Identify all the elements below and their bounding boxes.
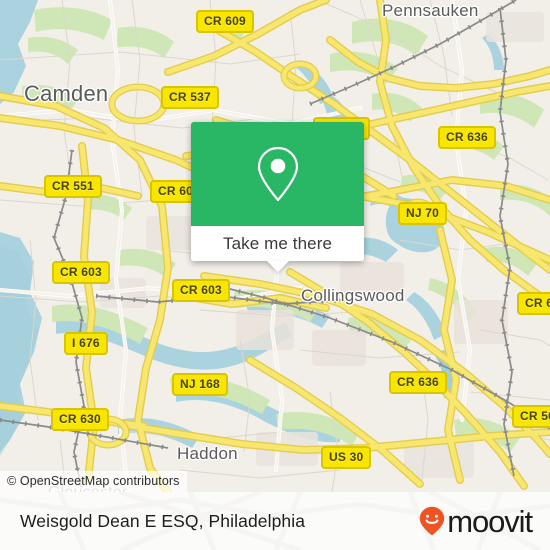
road-shield: CR 636 bbox=[389, 371, 447, 394]
road-shield: CR 551 bbox=[44, 175, 102, 198]
take-me-there-label: Take me there bbox=[222, 233, 333, 253]
map-place-label: Haddon bbox=[177, 444, 238, 463]
road-shield: CR 630 bbox=[51, 408, 109, 431]
road-shield: CR 62 bbox=[517, 292, 550, 315]
road-shield: CR 561 bbox=[512, 405, 550, 428]
popup-action-area[interactable]: Take me there bbox=[191, 226, 364, 272]
osm-attribution[interactable]: © OpenStreetMap contributors bbox=[0, 471, 187, 492]
location-pin-icon bbox=[257, 146, 298, 202]
road-shield: NJ 70 bbox=[398, 202, 448, 225]
moovit-logo[interactable]: moovit bbox=[419, 503, 533, 539]
road-shield: CR 609 bbox=[196, 10, 254, 33]
road-shield: CR 603 bbox=[52, 261, 110, 284]
popup-pointer-tail bbox=[266, 261, 289, 272]
moovit-pin-icon bbox=[420, 506, 445, 536]
footer-bar: Weisgold Dean E ESQ, Philadelphia moovit bbox=[0, 492, 550, 550]
road-shield: CR 636 bbox=[438, 126, 496, 149]
moovit-map-screen: Camden Pennsauken Collingswood Haddon Gl… bbox=[0, 0, 550, 550]
road-shield: US 30 bbox=[321, 446, 372, 469]
map-place-label: Pennsauken bbox=[382, 1, 479, 20]
road-shield: NJ 168 bbox=[172, 373, 228, 396]
place-title: Weisgold Dean E ESQ, Philadelphia bbox=[20, 510, 306, 531]
map-place-label: Collingswood bbox=[301, 286, 405, 305]
road-shield: CR 603 bbox=[172, 279, 230, 302]
moovit-wordmark: moovit bbox=[447, 503, 533, 539]
popup-image-area bbox=[191, 122, 364, 226]
road-shield: CR 537 bbox=[161, 86, 219, 109]
map-place-label: Camden bbox=[24, 81, 109, 106]
location-popup-card[interactable]: Take me there bbox=[191, 122, 364, 272]
road-shield: I 676 bbox=[64, 332, 108, 355]
